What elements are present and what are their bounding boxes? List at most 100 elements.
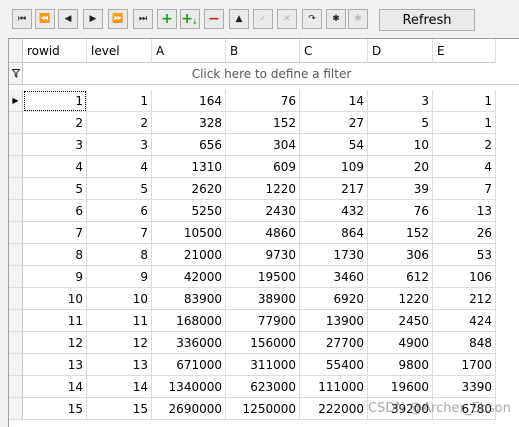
cell-a[interactable]: 5250 (152, 200, 226, 222)
cell-e[interactable]: 2 (433, 134, 496, 156)
cell-b[interactable]: 2430 (226, 200, 300, 222)
column-header-d[interactable]: D (368, 39, 433, 63)
cell-c[interactable]: 3460 (300, 266, 368, 288)
current-row-indicator-icon[interactable]: ▶ (9, 90, 23, 112)
edit-icon[interactable]: ▲ (229, 9, 249, 29)
row-indicator[interactable] (9, 222, 23, 244)
cell-e[interactable]: 3390 (433, 376, 496, 398)
cell-a[interactable]: 328 (152, 112, 226, 134)
cell-d[interactable]: 19600 (368, 376, 433, 398)
cell-d[interactable]: 9800 (368, 354, 433, 376)
cell-b[interactable]: 152 (226, 112, 300, 134)
cell-a[interactable]: 83900 (152, 288, 226, 310)
next-page-icon[interactable]: ⏩ (108, 9, 128, 29)
cell-d[interactable]: 4900 (368, 332, 433, 354)
cell-d[interactable]: 5 (368, 112, 433, 134)
cell-rowid[interactable]: 3 (23, 134, 87, 156)
cell-a[interactable]: 21000 (152, 244, 226, 266)
cell-e[interactable]: 53 (433, 244, 496, 266)
cell-a[interactable]: 168000 (152, 310, 226, 332)
table-row[interactable]: 8 8 21000 9730 1730 306 53 (9, 244, 519, 266)
cell-a[interactable]: 656 (152, 134, 226, 156)
row-indicator[interactable] (9, 354, 23, 376)
last-record-icon[interactable]: ⏭ (133, 9, 153, 29)
cell-b[interactable]: 609 (226, 156, 300, 178)
cell-b[interactable]: 38900 (226, 288, 300, 310)
cell-c[interactable]: 13900 (300, 310, 368, 332)
cell-e[interactable]: 1700 (433, 354, 496, 376)
cell-c[interactable]: 217 (300, 178, 368, 200)
cell-level[interactable]: 2 (87, 112, 152, 134)
filter-bar[interactable]: Click here to define a filter (23, 63, 519, 85)
row-indicator[interactable] (9, 156, 23, 178)
cell-e[interactable]: 848 (433, 332, 496, 354)
cell-c[interactable]: 14 (300, 90, 368, 112)
cell-e[interactable]: 424 (433, 310, 496, 332)
cell-rowid[interactable]: 1 (23, 90, 87, 112)
cell-b[interactable]: 76 (226, 90, 300, 112)
column-header-b[interactable]: B (226, 39, 300, 63)
table-row[interactable]: 11 11 168000 77900 13900 2450 424 (9, 310, 519, 332)
cell-level[interactable]: 8 (87, 244, 152, 266)
cell-a[interactable]: 2690000 (152, 398, 226, 420)
cell-a[interactable]: 1340000 (152, 376, 226, 398)
cell-b[interactable]: 311000 (226, 354, 300, 376)
column-header-rowid[interactable]: rowid (23, 39, 87, 63)
cell-level[interactable]: 11 (87, 310, 152, 332)
cell-rowid[interactable]: 4 (23, 156, 87, 178)
cell-level[interactable]: 3 (87, 134, 152, 156)
row-indicator[interactable] (9, 134, 23, 156)
refresh-button[interactable]: Refresh (379, 9, 475, 31)
cell-d[interactable]: 306 (368, 244, 433, 266)
cell-d[interactable]: 1220 (368, 288, 433, 310)
column-header-e[interactable]: E (433, 39, 496, 63)
cell-e[interactable]: 4 (433, 156, 496, 178)
row-indicator[interactable] (9, 332, 23, 354)
cell-rowid[interactable]: 6 (23, 200, 87, 222)
cell-e[interactable]: 106 (433, 266, 496, 288)
cell-d[interactable]: 3 (368, 90, 433, 112)
cell-c[interactable]: 54 (300, 134, 368, 156)
cell-b[interactable]: 1220 (226, 178, 300, 200)
cell-a[interactable]: 164 (152, 90, 226, 112)
cell-b[interactable]: 623000 (226, 376, 300, 398)
cell-a[interactable]: 336000 (152, 332, 226, 354)
cell-b[interactable]: 77900 (226, 310, 300, 332)
column-header-a[interactable]: A (152, 39, 226, 63)
column-header-level[interactable]: level (87, 39, 152, 63)
cell-level[interactable]: 5 (87, 178, 152, 200)
insert-icon[interactable]: + (157, 9, 177, 29)
save-bookmark-icon[interactable]: ✱ (326, 9, 346, 29)
cell-d[interactable]: 20 (368, 156, 433, 178)
refresh-data-icon[interactable]: ↷ (302, 9, 322, 29)
cell-c[interactable]: 109 (300, 156, 368, 178)
row-indicator[interactable] (9, 200, 23, 222)
cell-c[interactable]: 222000 (300, 398, 368, 420)
cell-a[interactable]: 671000 (152, 354, 226, 376)
cell-rowid[interactable]: 11 (23, 310, 87, 332)
cell-level[interactable]: 15 (87, 398, 152, 420)
cell-b[interactable]: 156000 (226, 332, 300, 354)
table-row[interactable]: 3 3 656 304 54 10 2 (9, 134, 519, 156)
cell-rowid[interactable]: 2 (23, 112, 87, 134)
next-record-icon[interactable]: ▶ (83, 9, 103, 29)
cell-c[interactable]: 27700 (300, 332, 368, 354)
filter-icon[interactable] (9, 63, 23, 85)
column-header-c[interactable]: C (300, 39, 368, 63)
goto-bookmark-icon[interactable]: ✱ (348, 9, 368, 29)
cell-level[interactable]: 7 (87, 222, 152, 244)
cell-e[interactable]: 1 (433, 90, 496, 112)
cell-level[interactable]: 12 (87, 332, 152, 354)
table-row[interactable]: 2 2 328 152 27 5 1 (9, 112, 519, 134)
table-row[interactable]: 6 6 5250 2430 432 76 13 (9, 200, 519, 222)
prior-page-icon[interactable]: ⏪ (35, 9, 55, 29)
table-row[interactable]: 9 9 42000 19500 3460 612 106 (9, 266, 519, 288)
table-row[interactable]: 4 4 1310 609 109 20 4 (9, 156, 519, 178)
post-icon[interactable]: ✓ (253, 9, 273, 29)
append-icon[interactable]: + ⇣ (180, 9, 200, 29)
cell-level[interactable]: 10 (87, 288, 152, 310)
cell-level[interactable]: 4 (87, 156, 152, 178)
table-row[interactable]: 14 14 1340000 623000 111000 19600 3390 (9, 376, 519, 398)
cell-c[interactable]: 55400 (300, 354, 368, 376)
cell-b[interactable]: 9730 (226, 244, 300, 266)
